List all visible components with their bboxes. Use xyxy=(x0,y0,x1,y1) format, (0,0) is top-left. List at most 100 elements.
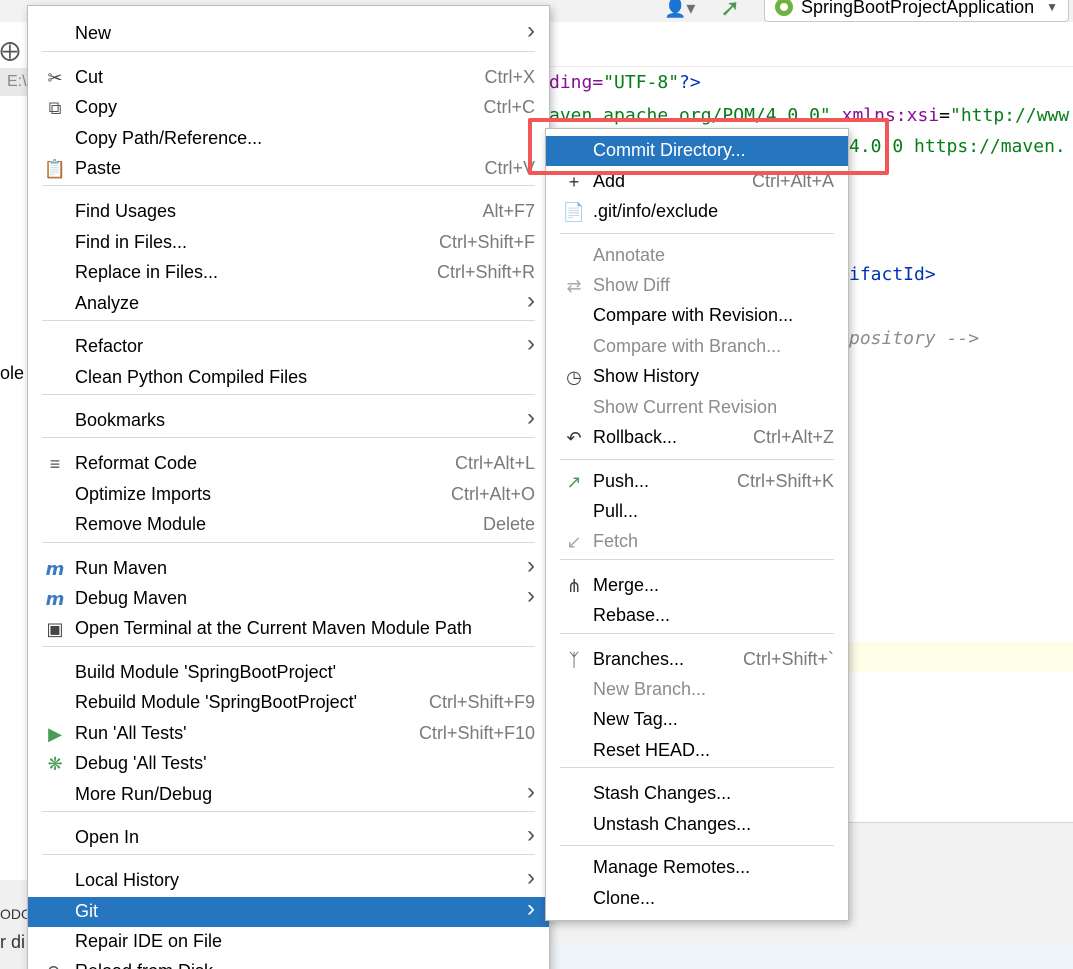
menu-separator xyxy=(42,542,535,543)
git-menu-item-push[interactable]: ↗ Push... Ctrl+Shift+K xyxy=(546,467,848,497)
git-menu-item-manage-remotes[interactable]: Manage Remotes... xyxy=(546,853,848,883)
chevron-down-icon: ▼ xyxy=(1046,0,1058,14)
menu-separator xyxy=(42,51,535,52)
git-menu-item-reset-head[interactable]: Reset HEAD... xyxy=(546,736,848,766)
git-menu-item-rollback[interactable]: ↶ Rollback... Ctrl+Alt+Z xyxy=(546,423,848,453)
menu-item-reload-from-disk[interactable]: ⟳ Reload from Disk xyxy=(28,957,549,969)
code-token: ifactId> xyxy=(849,264,936,285)
menu-item-optimize-imports[interactable]: Optimize Imports Ctrl+Alt+O xyxy=(28,480,549,510)
menu-item-label: Find Usages xyxy=(75,201,177,221)
menu-separator xyxy=(42,394,535,395)
rollback-icon: ↶ xyxy=(566,427,582,448)
git-menu-item-label: .git/info/exclude xyxy=(593,201,719,221)
menu-item-shortcut: Ctrl+Shift+F xyxy=(438,232,535,252)
menu-item-build-module-springbootproject[interactable]: Build Module 'SpringBootProject' xyxy=(28,658,549,688)
git-menu-item-pull[interactable]: Pull... xyxy=(546,497,848,527)
menu-item-repair-ide-on-file[interactable]: Repair IDE on File xyxy=(28,927,549,957)
git-menu-item-unstash-changes[interactable]: Unstash Changes... xyxy=(546,810,848,840)
status-bar xyxy=(550,942,1073,969)
menu-item-label: Repair IDE on File xyxy=(75,931,223,951)
menu-item-shortcut: Ctrl+Shift+R xyxy=(436,262,535,282)
git-menu-item-label: Reset HEAD... xyxy=(593,740,711,760)
menu-item-run-all-tests[interactable]: ▶ Run 'All Tests' Ctrl+Shift+F10 xyxy=(28,719,549,749)
menu-item-analyze[interactable]: Analyze › xyxy=(28,287,549,319)
project-context-menu: New › ✂ Cut Ctrl+X ⧉ Copy Ctrl+C Copy Path/Refer… xyxy=(27,5,550,969)
git-menu-item-show-history[interactable]: ◷ Show History xyxy=(546,362,848,392)
branch-icon: ᛉ xyxy=(568,649,580,670)
chevron-right-icon: › xyxy=(527,404,535,431)
menu-item-refactor[interactable]: Refactor › xyxy=(28,330,549,362)
menu-item-find-usages[interactable]: Find Usages Alt+F7 xyxy=(28,197,549,227)
git-menu-item-annotate: Annotate xyxy=(546,241,848,271)
menu-item-more-run-debug[interactable]: More Run/Debug › xyxy=(28,778,549,810)
menu-item-label: Debug 'All Tests' xyxy=(75,753,207,773)
code-token: = xyxy=(939,105,950,126)
code-token: ?> xyxy=(679,72,701,93)
git-menu-item-new-tag[interactable]: New Tag... xyxy=(546,705,848,735)
menu-item-shortcut: Ctrl+X xyxy=(484,67,535,87)
menu-item-new[interactable]: New › xyxy=(28,17,549,49)
locate-icon[interactable]: ⨁ xyxy=(0,38,20,63)
git-menu-item-label: Compare with Revision... xyxy=(593,305,794,325)
user-icon[interactable]: 👤▾ xyxy=(664,0,704,18)
menu-item-label: Reload from Disk xyxy=(75,961,213,969)
git-menu-item-stash-changes[interactable]: Stash Changes... xyxy=(546,779,848,809)
run-configuration-selector[interactable]: SpringBootProjectApplication ▼ xyxy=(764,0,1069,22)
menu-item-bookmarks[interactable]: Bookmarks › xyxy=(28,404,549,436)
git-menu-item-label: Manage Remotes... xyxy=(593,857,751,877)
git-menu-item-label: Unstash Changes... xyxy=(593,814,752,834)
menu-separator xyxy=(42,646,535,647)
menu-item-shortcut: Delete xyxy=(482,514,535,534)
cut-icon: ✂ xyxy=(47,67,63,88)
menu-item-label: Run Maven xyxy=(75,558,168,578)
menu-item-clean-python-compiled-files[interactable]: Clean Python Compiled Files xyxy=(28,363,549,393)
git-menu-item-show-diff: ⇄ Show Diff xyxy=(546,271,848,301)
git-menu-item-shortcut: Ctrl+Alt+Z xyxy=(752,427,834,447)
menu-item-replace-in-files[interactable]: Replace in Files... Ctrl+Shift+R xyxy=(28,258,549,288)
maven-terminal-icon: ▣ xyxy=(46,618,64,639)
chevron-right-icon: › xyxy=(527,287,535,314)
menu-item-find-in-files[interactable]: Find in Files... Ctrl+Shift+F xyxy=(28,228,549,258)
git-menu-item-fetch: ↙ Fetch xyxy=(546,527,848,557)
menu-item-debug-all-tests[interactable]: ❋ Debug 'All Tests' xyxy=(28,749,549,779)
menu-separator xyxy=(42,437,535,438)
menu-item-shortcut: Ctrl+Alt+L xyxy=(454,453,535,473)
chevron-right-icon: › xyxy=(527,582,535,609)
menu-item-local-history[interactable]: Local History › xyxy=(28,864,549,896)
git-menu-item-clone[interactable]: Clone... xyxy=(546,884,848,914)
menu-item-run-maven[interactable]: m Run Maven › xyxy=(28,552,549,584)
hammer-icon[interactable]: ➚ xyxy=(720,0,740,23)
menu-item-cut[interactable]: ✂ Cut Ctrl+X xyxy=(28,63,549,93)
git-menu-item-git-info-exclude[interactable]: 📄 .git/info/exclude xyxy=(546,197,848,227)
menu-item-paste[interactable]: 📋 Paste Ctrl+V xyxy=(28,154,549,184)
menu-item-label: More Run/Debug xyxy=(75,784,213,804)
reformat-icon: ≡ xyxy=(49,453,61,474)
menu-item-label: Run 'All Tests' xyxy=(75,723,187,743)
menu-item-label: Debug Maven xyxy=(75,588,188,608)
git-menu-item-label: Clone... xyxy=(593,888,656,908)
run-icon: ▶ xyxy=(48,723,62,744)
menu-item-rebuild-module-springbootproject[interactable]: Rebuild Module 'SpringBootProject' Ctrl+S… xyxy=(28,688,549,718)
menu-separator xyxy=(42,320,535,321)
git-menu-item-compare-with-revision[interactable]: Compare with Revision... xyxy=(546,301,848,331)
caret-line-highlight xyxy=(848,642,1073,672)
menu-item-debug-maven[interactable]: m Debug Maven › xyxy=(28,582,549,614)
git-menu-item-rebase[interactable]: Rebase... xyxy=(546,601,848,631)
menu-separator xyxy=(42,185,535,186)
menu-item-open-in[interactable]: Open In › xyxy=(28,821,549,853)
menu-item-label: Open In xyxy=(75,827,140,847)
git-menu-item-branches[interactable]: ᛉ Branches... Ctrl+Shift+` xyxy=(546,645,848,675)
menu-item-copy-path-reference[interactable]: Copy Path/Reference... xyxy=(28,124,549,154)
menu-item-git[interactable]: Git › xyxy=(28,895,549,927)
menu-item-open-terminal-at-the-current-maven-module-path[interactable]: ▣ Open Terminal at the Current Maven Modu… xyxy=(28,614,549,644)
git-menu-item-shortcut: Ctrl+Shift+K xyxy=(736,471,834,491)
menu-item-remove-module[interactable]: Remove Module Delete xyxy=(28,510,549,540)
menu-separator xyxy=(560,845,834,846)
git-menu-item-merge[interactable]: ⋔ Merge... xyxy=(546,571,848,601)
menu-item-reformat-code[interactable]: ≡ Reformat Code Ctrl+Alt+L xyxy=(28,449,549,479)
git-menu-item-label: New Tag... xyxy=(593,709,678,729)
menu-item-copy[interactable]: ⧉ Copy Ctrl+C xyxy=(28,93,549,123)
merge-icon: ⋔ xyxy=(566,575,582,596)
git-menu-item-label: Show Diff xyxy=(593,275,670,295)
git-menu-item-label: New Branch... xyxy=(593,679,707,699)
